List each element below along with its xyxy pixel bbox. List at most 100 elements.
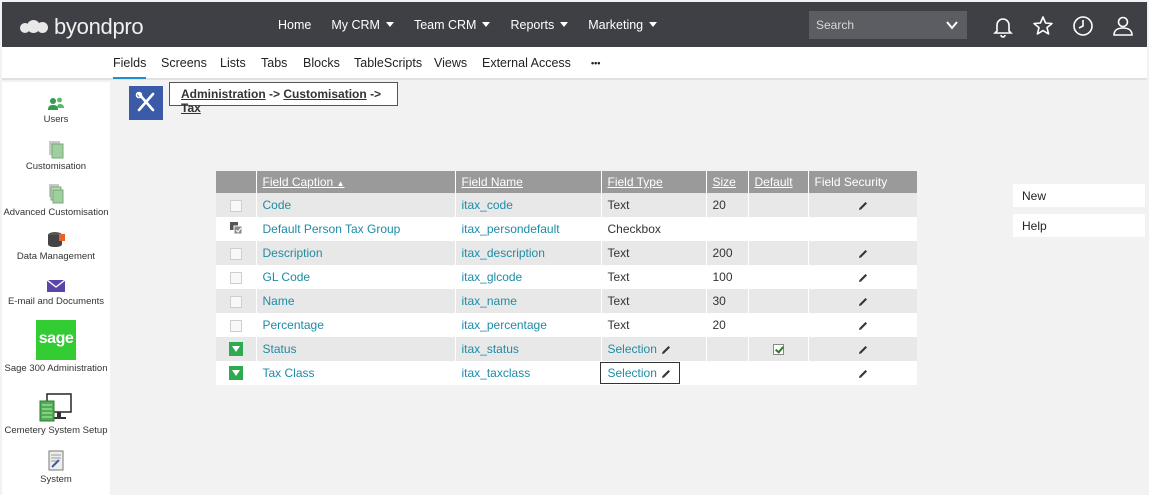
tab-lists[interactable]: Lists (220, 56, 246, 70)
monitor-icon (39, 393, 72, 422)
field-name-link[interactable]: itax_name (462, 294, 517, 308)
field-caption-cell: Description (256, 241, 456, 265)
help-button[interactable]: Help (1013, 214, 1145, 237)
sidebar-item-cemetery[interactable]: Cemetery System Setup (2, 393, 110, 436)
new-button[interactable]: New (1013, 184, 1145, 207)
col-field-caption[interactable]: Field Caption ▲ (256, 171, 456, 193)
sidebar-item-customisation[interactable]: Customisation (2, 139, 110, 172)
selection-field-icon (228, 342, 243, 357)
bell-icon[interactable] (991, 14, 1015, 38)
field-caption-link[interactable]: Name (263, 294, 295, 308)
field-type-link[interactable]: Selection (608, 366, 657, 380)
col-field-type[interactable]: Field Type (601, 171, 707, 193)
tab-external-access[interactable]: External Access (482, 56, 571, 70)
user-icon[interactable] (1111, 14, 1135, 38)
sidebar-item-data-management[interactable]: Data Management (2, 231, 110, 262)
sidebar-item-users[interactable]: Users (2, 96, 110, 125)
row-icon-cell (216, 361, 257, 385)
tab-tablescripts[interactable]: TableScripts (354, 56, 422, 70)
field-caption-link[interactable]: Default Person Tax Group (263, 222, 401, 236)
header-label: Field Caption (262, 175, 334, 189)
col-size[interactable]: Size (706, 171, 749, 193)
edit-security-pencil-icon[interactable] (857, 368, 869, 380)
more-tabs-button[interactable]: ••• (591, 58, 600, 68)
star-icon[interactable] (1031, 14, 1055, 38)
edit-selection-pencil-icon[interactable] (660, 344, 672, 356)
field-name-cell: itax_status (455, 337, 602, 361)
field-type-cell: Text (601, 241, 707, 265)
field-size-cell: 20 (706, 313, 749, 337)
checkbox-field-icon (229, 221, 243, 234)
field-name-link[interactable]: itax_taxclass (462, 366, 531, 380)
breadcrumb-tax[interactable]: Tax (181, 101, 201, 115)
tab-screens[interactable]: Screens (161, 56, 207, 70)
nav-marketing[interactable]: Marketing (588, 17, 658, 32)
nav-team-crm[interactable]: Team CRM (414, 18, 491, 32)
breadcrumb-customisation[interactable]: Customisation (283, 87, 366, 101)
edit-security-pencil-icon[interactable] (857, 320, 869, 332)
field-default-cell (748, 217, 809, 241)
col-field-name[interactable]: Field Name (455, 171, 602, 193)
database-icon (48, 232, 65, 247)
tab-views[interactable]: Views (434, 56, 467, 70)
search-input[interactable] (816, 18, 936, 32)
field-caption-link[interactable]: Status (263, 342, 297, 356)
clock-icon[interactable] (1071, 14, 1095, 38)
fields-table: Field Caption ▲ Field Name Field Type Si… (216, 171, 917, 385)
field-type-focused[interactable]: Selection (599, 362, 681, 384)
sidebar-item-sage-300[interactable]: sage Sage 300 Administration (2, 320, 110, 374)
field-name-link[interactable]: itax_code (462, 198, 513, 212)
brand-logo[interactable]: byondpro (20, 14, 144, 40)
tab-blocks[interactable]: Blocks (303, 56, 340, 70)
field-name-link[interactable]: itax_percentage (462, 318, 547, 332)
table-row: Percentage itax_percentage Text 20 (216, 313, 917, 337)
nav-label: Marketing (588, 17, 644, 32)
table-row: Default Person Tax Group itax_persondefa… (216, 217, 917, 241)
breadcrumb-separator: -> (370, 87, 382, 101)
row-icon-cell (216, 313, 257, 337)
tab-fields[interactable]: Fields (113, 56, 147, 79)
edit-security-pencil-icon[interactable] (857, 248, 869, 260)
field-type-empty-icon (229, 319, 242, 332)
field-caption-link[interactable]: Tax Class (263, 366, 315, 380)
field-caption-link[interactable]: Code (263, 198, 292, 212)
field-name-link[interactable]: itax_persondefault (462, 222, 560, 236)
sage-logo-icon: sage (36, 320, 76, 360)
search-box (809, 11, 967, 39)
edit-selection-pencil-icon[interactable] (660, 368, 672, 380)
field-caption-cell: Name (256, 289, 456, 313)
field-type-cell: Text (601, 265, 707, 289)
field-size-cell: 100 (706, 265, 749, 289)
tab-tabs[interactable]: Tabs (261, 56, 287, 70)
field-caption-link[interactable]: GL Code (263, 270, 311, 284)
field-default-cell (748, 241, 809, 265)
table-row: Code itax_code Text 20 (216, 193, 917, 217)
field-default-cell (748, 289, 809, 313)
edit-security-pencil-icon[interactable] (857, 296, 869, 308)
edit-security-pencil-icon[interactable] (857, 344, 869, 356)
sidebar-item-label: Customisation (25, 161, 87, 172)
sidebar-item-system[interactable]: System (2, 450, 110, 485)
table-row: Tax Class itax_taxclass Selection (216, 361, 917, 385)
field-caption-link[interactable]: Percentage (263, 318, 324, 332)
nav-home[interactable]: Home (278, 18, 311, 32)
field-name-link[interactable]: itax_status (462, 342, 519, 356)
field-name-link[interactable]: itax_description (462, 246, 545, 260)
nav-my-crm[interactable]: My CRM (331, 18, 394, 32)
sidebar-item-email-documents[interactable]: E-mail and Documents (2, 278, 110, 307)
chevron-down-icon[interactable] (945, 18, 959, 32)
sidebar-item-label: Advanced Customisation (3, 207, 109, 218)
col-default[interactable]: Default (748, 171, 809, 193)
field-caption-cell: Default Person Tax Group (256, 217, 456, 241)
field-type-link[interactable]: Selection (608, 342, 657, 356)
edit-security-pencil-icon[interactable] (857, 272, 869, 284)
sidebar-item-label: Users (43, 114, 69, 125)
breadcrumb-administration[interactable]: Administration (181, 87, 266, 101)
field-name-link[interactable]: itax_glcode (462, 270, 523, 284)
edit-security-pencil-icon[interactable] (857, 200, 869, 212)
field-caption-link[interactable]: Description (263, 246, 323, 260)
sidebar-item-advanced-customisation[interactable]: Advanced Customisation (2, 183, 110, 218)
table-header-row: Field Caption ▲ Field Name Field Type Si… (216, 171, 917, 193)
nav-reports[interactable]: Reports (510, 18, 569, 32)
field-type-cell: Selection (599, 361, 707, 385)
